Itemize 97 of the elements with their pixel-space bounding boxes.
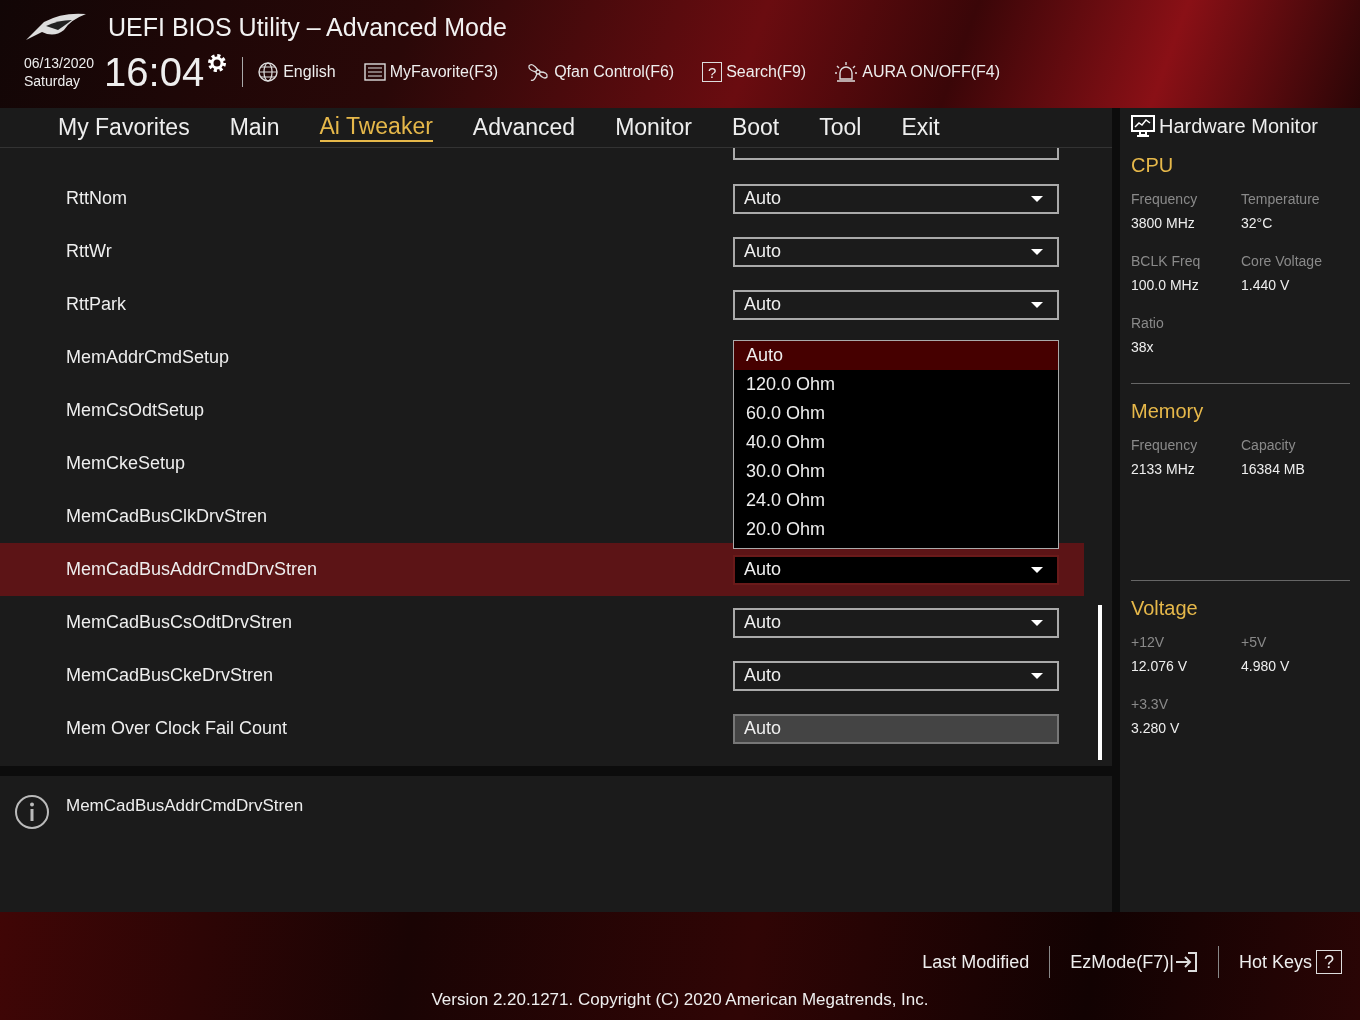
- lamp-icon: [834, 61, 859, 83]
- settings-icon[interactable]: [206, 52, 229, 74]
- metric-value: 3800 MHz: [1131, 215, 1196, 231]
- toolbar-button[interactable]: AURA ON/OFF(F4): [834, 61, 1000, 83]
- metric-value: 32°C: [1241, 215, 1274, 231]
- dropdown-option[interactable]: 24.0 Ohm: [734, 486, 1058, 515]
- toolbar-button[interactable]: English: [257, 61, 336, 83]
- setting-row[interactable]: MemCsOdtSetup: [0, 384, 700, 437]
- hot-keys-button[interactable]: Hot Keys ?: [1238, 950, 1342, 974]
- caret-icon: [1031, 619, 1043, 626]
- metric-label: BCLK Freq: [1131, 253, 1202, 269]
- setting-label: MemCadBusAddrCmdDrvStren: [66, 559, 318, 580]
- caret-icon: [1031, 672, 1043, 679]
- toolbar-button[interactable]: MyFavorite(F3): [363, 63, 499, 81]
- section-title: CPU: [1131, 154, 1175, 177]
- setting-label: MemCadBusCsOdtDrvStren: [66, 612, 293, 633]
- setting-label: MemCkeSetup: [66, 453, 186, 474]
- setting-row[interactable]: MemAddrCmdSetup: [0, 331, 700, 384]
- monitor-icon: [1131, 114, 1155, 138]
- metric-label: Core Voltage: [1241, 253, 1323, 269]
- setting-label: RttWr: [66, 241, 112, 262]
- list-icon: [363, 63, 386, 81]
- dropdown-option[interactable]: 60.0 Ohm: [734, 399, 1058, 428]
- dropdown-option[interactable]: Auto: [734, 341, 1058, 370]
- setting-row[interactable]: MemCadBusAddrCmdDrvStren Auto: [0, 543, 1084, 596]
- last-modified-button[interactable]: Last Modified: [922, 951, 1030, 973]
- help-text: MemCadBusAddrCmdDrvStren: [66, 796, 304, 816]
- dropdown[interactable]: Auto: [733, 236, 1059, 267]
- menu-tab[interactable]: My Favorites: [58, 114, 190, 141]
- dropdown[interactable]: Auto: [733, 660, 1059, 691]
- metric-label: +3.3V: [1131, 696, 1169, 712]
- dropdown[interactable]: Auto: [733, 607, 1059, 638]
- setting-row[interactable]: MemCadBusClkDrvStren: [0, 490, 700, 543]
- setting-label: RttNom: [66, 188, 127, 209]
- panel-title: Hardware Monitor: [1159, 114, 1318, 138]
- caret-icon: [1031, 566, 1043, 573]
- setting-label: Mem Over Clock Fail Count: [66, 718, 288, 739]
- menu-tab[interactable]: Main: [229, 114, 280, 141]
- exit-arrow-icon: [1173, 951, 1198, 973]
- dropdown-option[interactable]: 30.0 Ohm: [734, 457, 1058, 486]
- setting-row[interactable]: MemCkeSetup: [0, 437, 700, 490]
- setting-row[interactable]: RttPark Auto: [0, 278, 1084, 331]
- toolbar-button[interactable]: ? Search(F9): [702, 62, 807, 82]
- window-title: UEFI BIOS Utility – Advanced Mode: [108, 12, 507, 42]
- menu-tab[interactable]: Monitor: [615, 114, 692, 141]
- setting-row[interactable]: RttWr Auto: [0, 225, 1084, 278]
- metric-value: 100.0 MHz: [1131, 277, 1200, 293]
- metric-label: Temperature: [1241, 191, 1321, 207]
- caret-icon: [1031, 195, 1043, 202]
- info-icon: [14, 794, 50, 830]
- setting-row[interactable]: Mem Over Clock Fail Count Auto: [0, 702, 1084, 755]
- setting-label: MemCadBusCkeDrvStren: [66, 665, 274, 686]
- metric-label: Ratio: [1131, 315, 1165, 331]
- metric-label: Frequency: [1131, 191, 1199, 207]
- setting-label: RttPark: [66, 294, 126, 315]
- globe-icon: [257, 61, 280, 83]
- setting-label: MemAddrCmdSetup: [66, 347, 230, 368]
- metric-value: 2133 MHz: [1131, 461, 1196, 477]
- metric-value: 1.440 V: [1241, 277, 1291, 293]
- section-title: Voltage: [1131, 597, 1199, 620]
- ezmode-button[interactable]: EzMode(F7)|: [1070, 951, 1198, 973]
- search-icon: ?: [702, 62, 723, 82]
- dropdown[interactable]: Auto: [733, 554, 1059, 585]
- menu-tab[interactable]: Advanced: [472, 114, 576, 141]
- metric-value: 4.980 V: [1241, 658, 1291, 674]
- setting-label: MemCadBusClkDrvStren: [66, 506, 268, 527]
- metric-value: 12.076 V: [1131, 658, 1189, 674]
- version-text: Version 2.20.1271. Copyright (C) 2020 American Megatrends, Inc.: [431, 990, 929, 1010]
- menu-tab[interactable]: Ai Tweaker: [319, 113, 433, 142]
- metric-label: Frequency: [1131, 437, 1199, 453]
- setting-row[interactable]: MemCadBusCsOdtDrvStren Auto: [0, 596, 1084, 649]
- dropdown-option[interactable]: 20.0 Ohm: [734, 515, 1058, 544]
- dropdown[interactable]: Auto: [733, 289, 1059, 320]
- dropdown-option[interactable]: 40.0 Ohm: [734, 428, 1058, 457]
- menu-tab[interactable]: Tool: [819, 114, 862, 141]
- input-field[interactable]: Auto: [733, 713, 1059, 744]
- metric-label: +5V: [1241, 634, 1268, 650]
- dropdown-option[interactable]: 120.0 Ohm: [734, 370, 1058, 399]
- metric-value: 38x: [1131, 339, 1155, 355]
- scrollbar[interactable]: [1098, 605, 1102, 760]
- metric-label: Capacity: [1241, 437, 1297, 453]
- section-title: Memory: [1131, 400, 1205, 423]
- setting-label: MemCsOdtSetup: [66, 400, 205, 421]
- dropdown[interactable]: Auto: [733, 183, 1059, 214]
- date-label: 06/13/2020: [24, 54, 95, 72]
- menu-tab[interactable]: Exit: [901, 114, 940, 141]
- setting-row[interactable]: RttNom Auto: [0, 172, 1084, 225]
- setting-row[interactable]: MemCadBusCkeDrvStren Auto: [0, 649, 1084, 702]
- metric-value: 3.280 V: [1131, 720, 1181, 736]
- metric-value: 16384 MB: [1241, 461, 1306, 477]
- metric-label: +12V: [1131, 634, 1166, 650]
- weekday-label: Saturday: [24, 72, 82, 90]
- clock-time: 16:04: [104, 52, 205, 92]
- menu-tab[interactable]: Boot: [731, 114, 780, 141]
- toolbar-button[interactable]: Qfan Control(F6): [526, 60, 675, 84]
- caret-icon: [1031, 248, 1043, 255]
- caret-icon: [1031, 301, 1043, 308]
